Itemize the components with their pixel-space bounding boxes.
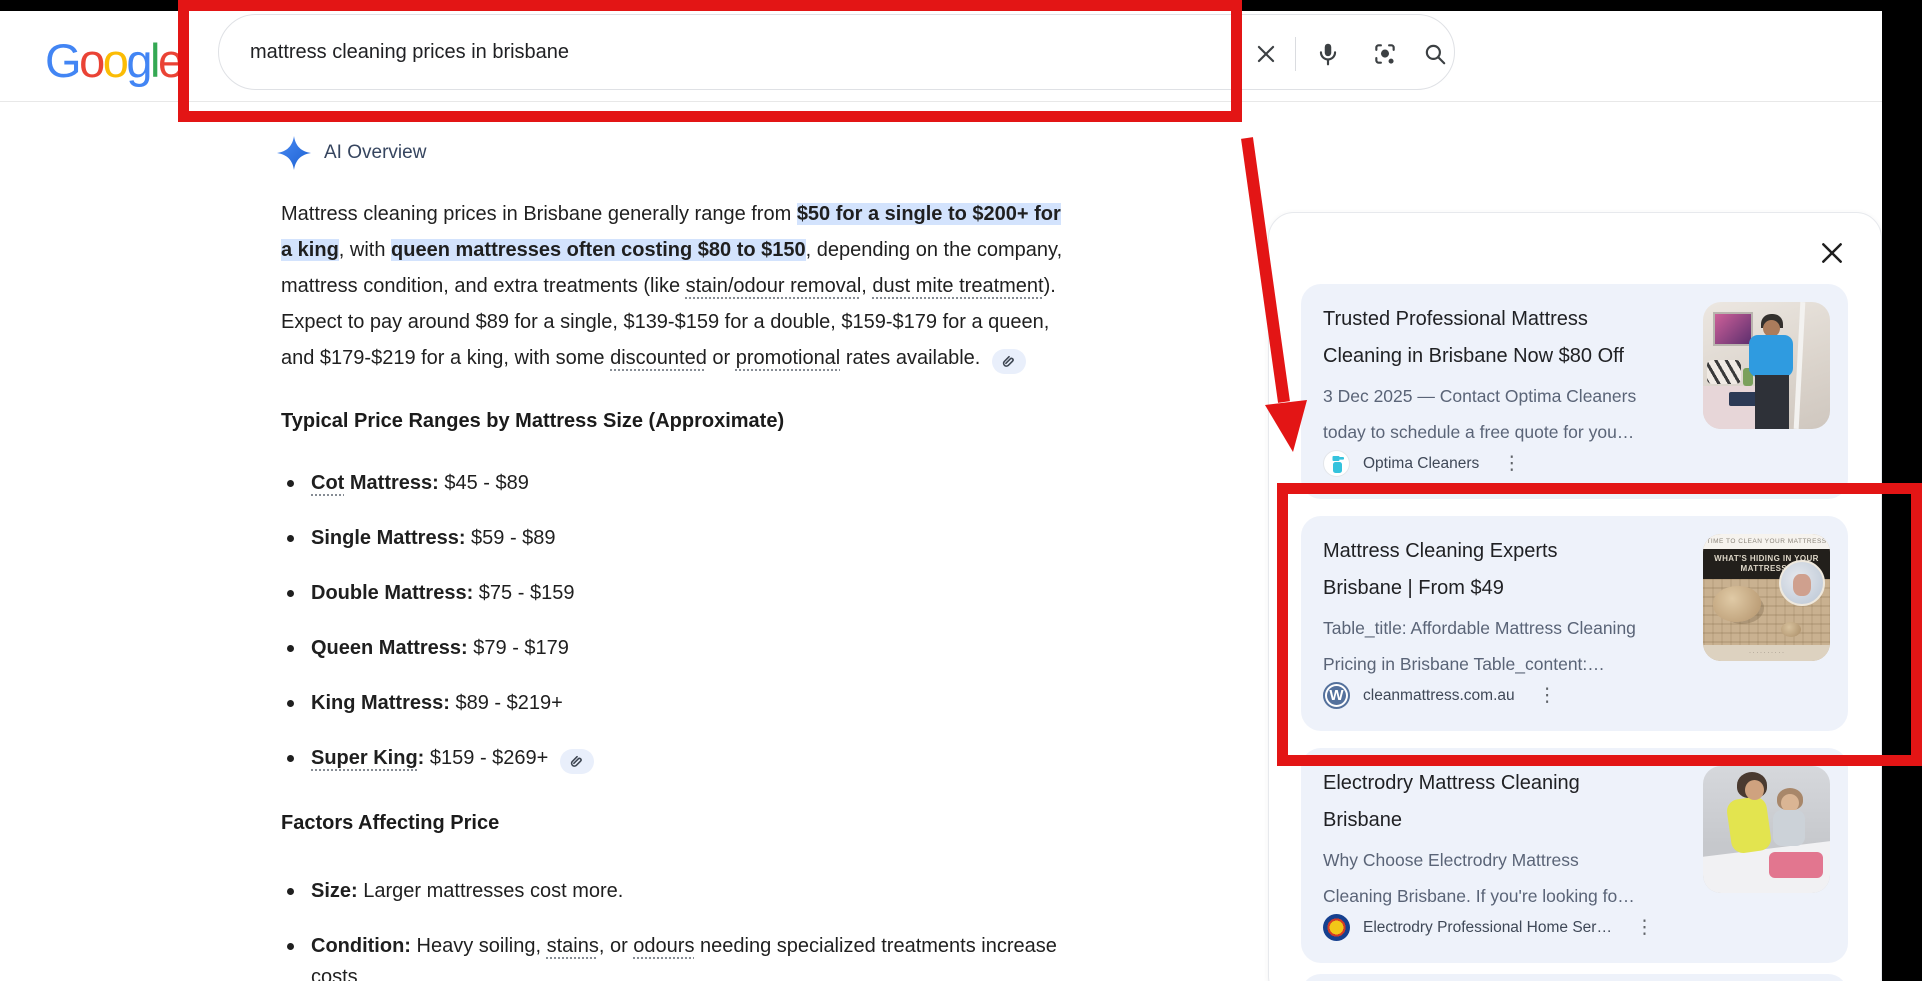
close-button[interactable] xyxy=(1819,240,1845,266)
result-card-partial[interactable] xyxy=(1301,974,1848,981)
google-logo[interactable]: Google xyxy=(45,33,182,89)
result-title[interactable]: Mattress Cleaning Experts Brisbane | Fro… xyxy=(1323,533,1715,607)
google-logo-letter: o xyxy=(79,34,103,87)
more-options-icon[interactable]: ⋮ xyxy=(1635,914,1654,941)
result-card-cleanmattress[interactable]: Mattress Cleaning Experts Brisbane | Fro… xyxy=(1301,516,1848,731)
screen-top-black-bar xyxy=(0,0,1922,11)
result-source-row: Electrodry Professional Home Ser… ⋮ xyxy=(1323,914,1654,941)
result-snippet: Table_title: Affordable Mattress Cleanin… xyxy=(1323,610,1723,682)
list-item: Queen Mattress: $79 - $179 xyxy=(281,633,1201,664)
results-side-panel: Trusted Professional Mattress Cleaning i… xyxy=(1268,212,1882,981)
list-item: Single Mattress: $59 - $89 xyxy=(281,523,1201,554)
list-item: Cot Mattress: $45 - $89 xyxy=(281,468,1201,499)
list-item: King Mattress: $89 - $219+ xyxy=(281,688,1201,719)
lens-icon[interactable] xyxy=(1372,41,1398,67)
google-logo-letter: o xyxy=(103,34,127,87)
result-source-row: W cleanmattress.com.au ⋮ xyxy=(1323,682,1557,709)
list-item: Super King: $159 - $269+ xyxy=(281,743,1201,774)
section-heading-factors: Factors Affecting Price xyxy=(281,808,499,838)
screen-right-black-bar xyxy=(1882,0,1922,981)
microphone-icon[interactable] xyxy=(1315,41,1341,67)
search-icon[interactable] xyxy=(1422,41,1448,67)
source-link-chip[interactable] xyxy=(560,749,594,774)
google-logo-letter: G xyxy=(45,34,79,87)
result-snippet: 3 Dec 2025 — Contact Optima Cleaners tod… xyxy=(1323,378,1723,450)
ai-overview-sparkle-icon xyxy=(277,136,311,170)
google-logo-letter: e xyxy=(158,34,182,87)
search-input[interactable]: mattress cleaning prices in brisbane xyxy=(250,41,569,64)
google-search-page: Google mattress cleaning prices in brisb… xyxy=(0,0,1922,981)
result-title[interactable]: Trusted Professional Mattress Cleaning i… xyxy=(1323,301,1715,375)
factors-list: Size: Larger mattresses cost more. Condit… xyxy=(281,876,1201,981)
google-logo-letter: l xyxy=(150,34,158,87)
google-logo-letter: g xyxy=(126,34,150,87)
ai-overview-paragraph: Mattress cleaning prices in Brisbane gen… xyxy=(281,196,1281,376)
price-range-list: Cot Mattress: $45 - $89 Single Mattress: … xyxy=(281,468,1201,798)
close-icon xyxy=(1819,240,1845,266)
result-card-optima[interactable]: Trusted Professional Mattress Cleaning i… xyxy=(1301,284,1848,499)
source-link-chip[interactable] xyxy=(992,349,1026,374)
list-item: Condition: Heavy soiling, stains, or odo… xyxy=(281,931,1201,981)
more-options-icon[interactable]: ⋮ xyxy=(1538,682,1557,709)
search-header: Google mattress cleaning prices in brisb… xyxy=(0,11,1882,102)
result-snippet: Why Choose Electrodry Mattress Cleaning … xyxy=(1323,842,1723,914)
result-source-name[interactable]: cleanmattress.com.au xyxy=(1363,687,1515,705)
result-source-row: Optima Cleaners ⋮ xyxy=(1323,450,1521,477)
clear-icon[interactable] xyxy=(1253,41,1279,67)
ai-overview-label: AI Overview xyxy=(324,142,426,164)
result-thumbnail[interactable]: TIME TO CLEAN YOUR MATTRESS WHAT'S HIDIN… xyxy=(1703,534,1830,661)
wordpress-icon: W xyxy=(1323,682,1350,709)
search-bar[interactable]: mattress cleaning prices in brisbane xyxy=(218,14,1455,90)
list-item: Double Mattress: $75 - $159 xyxy=(281,578,1201,609)
result-thumbnail[interactable] xyxy=(1703,766,1830,893)
result-thumbnail[interactable] xyxy=(1703,302,1830,429)
result-source-name[interactable]: Optima Cleaners xyxy=(1363,455,1479,473)
more-options-icon[interactable]: ⋮ xyxy=(1502,450,1521,477)
electrodry-icon xyxy=(1323,914,1350,941)
list-item: Size: Larger mattresses cost more. xyxy=(281,876,1201,907)
search-divider xyxy=(1295,37,1296,71)
result-title[interactable]: Electrodry Mattress Cleaning Brisbane xyxy=(1323,765,1715,839)
result-card-electrodry[interactable]: Electrodry Mattress Cleaning Brisbane Wh… xyxy=(1301,748,1848,963)
result-source-name[interactable]: Electrodry Professional Home Ser… xyxy=(1363,919,1612,937)
section-heading-price-ranges: Typical Price Ranges by Mattress Size (A… xyxy=(281,406,784,436)
spray-bottle-icon xyxy=(1323,450,1350,477)
